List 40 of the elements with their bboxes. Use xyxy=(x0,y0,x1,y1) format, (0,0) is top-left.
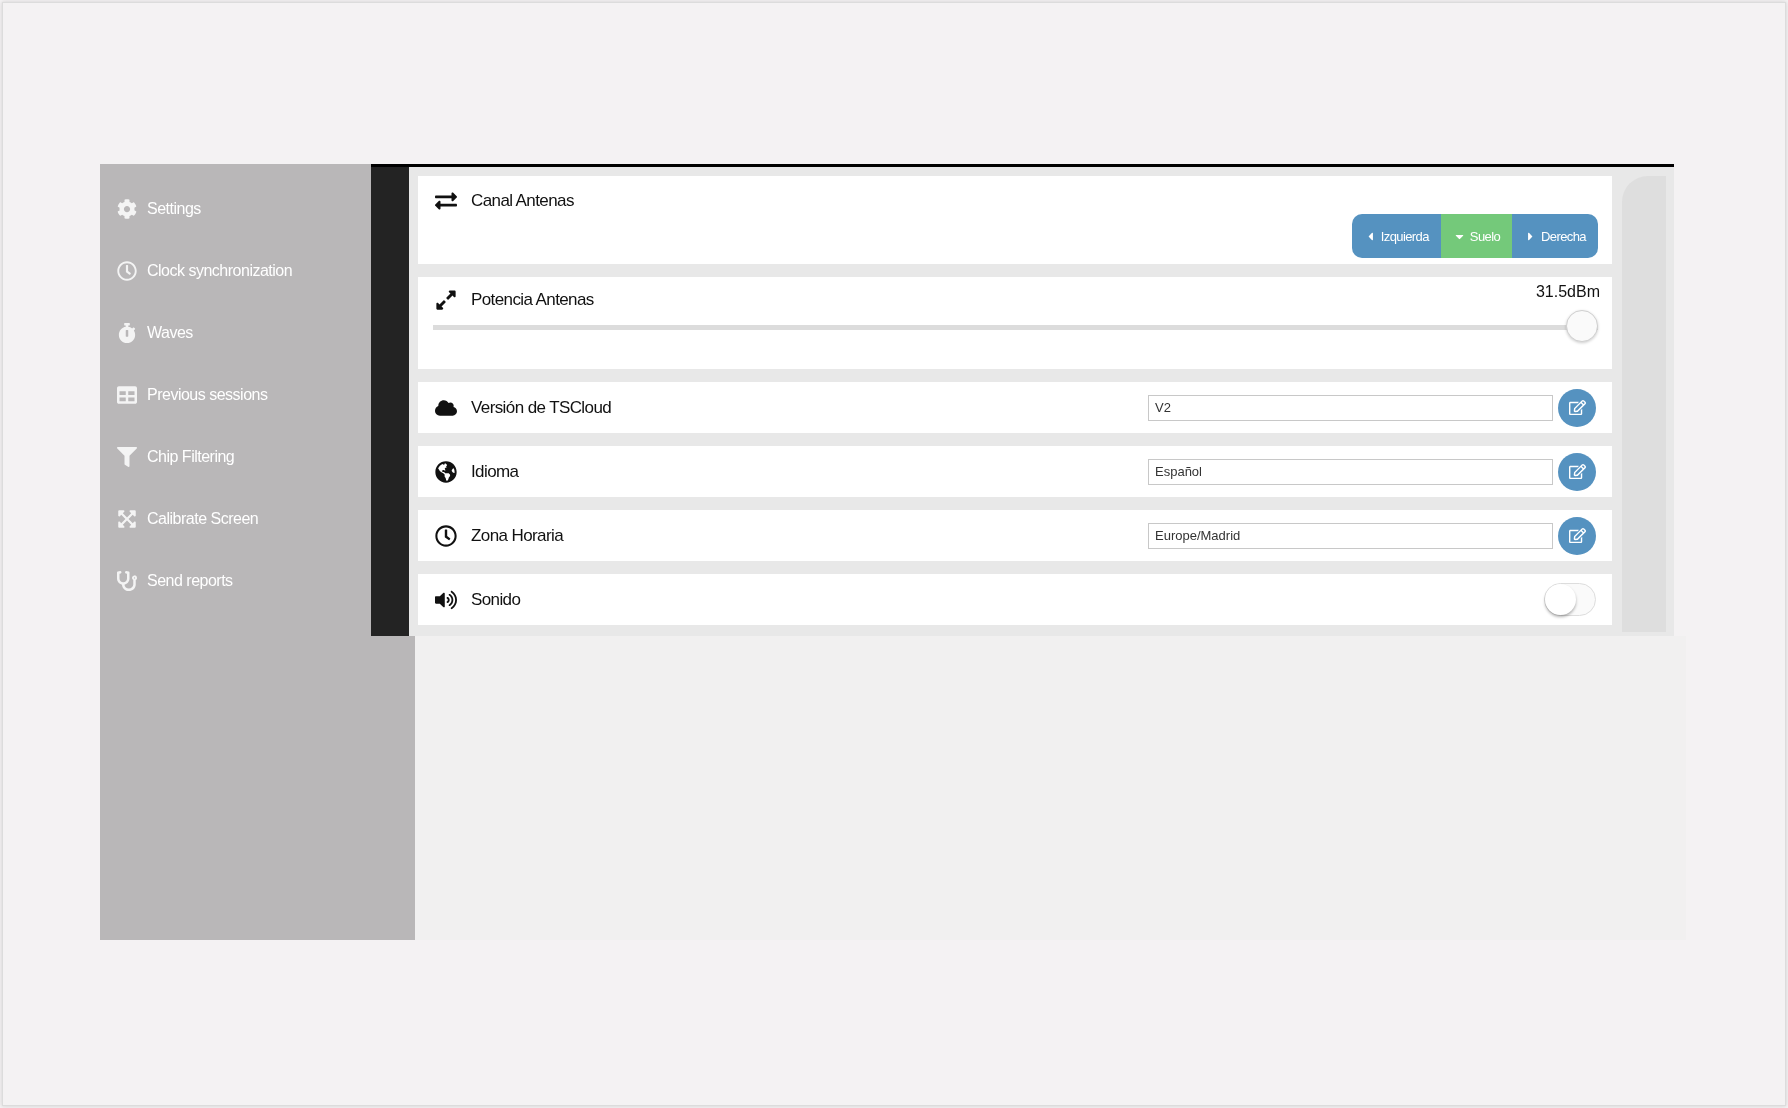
stopwatch-icon xyxy=(117,323,137,343)
setting-title: Canal Antenas xyxy=(471,191,574,211)
arrows-icon xyxy=(117,509,137,529)
edit-button[interactable] xyxy=(1558,516,1596,555)
segment-button[interactable]: Izquierda xyxy=(1351,214,1441,258)
toggle-switch[interactable] xyxy=(1544,583,1596,616)
table-icon xyxy=(117,385,137,405)
setting-title: Versión de TSCloud xyxy=(471,397,612,418)
setting-title: Zona Horaria xyxy=(471,525,563,546)
power-reading: 31.5dBm xyxy=(1535,283,1600,301)
input-field[interactable]: Europe/Madrid xyxy=(1148,522,1553,549)
sidebar-item[interactable]: Chip Filtering xyxy=(147,448,235,466)
sidebar-item[interactable]: Settings xyxy=(147,200,201,218)
segment-button[interactable]: Suelo xyxy=(1440,214,1513,258)
filter-icon xyxy=(117,447,137,467)
diagonal-arrows-icon xyxy=(433,289,459,311)
setting-title: Potencia Antenas xyxy=(471,290,594,310)
clock-icon xyxy=(117,261,137,281)
sidebar-item[interactable]: Calibrate Screen xyxy=(147,510,259,528)
speaker-icon xyxy=(433,588,459,611)
edit-icon xyxy=(1568,463,1586,480)
segment-button[interactable]: Derecha xyxy=(1512,214,1598,258)
stethoscope-icon xyxy=(117,571,137,591)
edit-icon xyxy=(1568,527,1586,544)
input-field[interactable]: Español xyxy=(1148,458,1553,485)
sidebar-item[interactable]: Send reports xyxy=(147,572,233,590)
gear-icon xyxy=(117,199,137,219)
sidebar-item[interactable]: Clock synchronization xyxy=(147,262,293,280)
slider-thumb[interactable] xyxy=(1566,310,1598,342)
setting-title: Sonido xyxy=(471,589,521,610)
sidebar-item[interactable]: Previous sessions xyxy=(147,386,268,404)
edit-button[interactable] xyxy=(1558,388,1596,427)
clock-icon xyxy=(433,524,459,547)
swap-arrows-icon xyxy=(433,190,459,212)
edit-button[interactable] xyxy=(1558,452,1596,491)
input-field[interactable]: V2 xyxy=(1148,394,1553,421)
setting-title: Idioma xyxy=(471,461,519,482)
sidebar-item[interactable]: Waves xyxy=(147,324,193,342)
edit-icon xyxy=(1568,399,1586,416)
globe-icon xyxy=(433,460,459,483)
